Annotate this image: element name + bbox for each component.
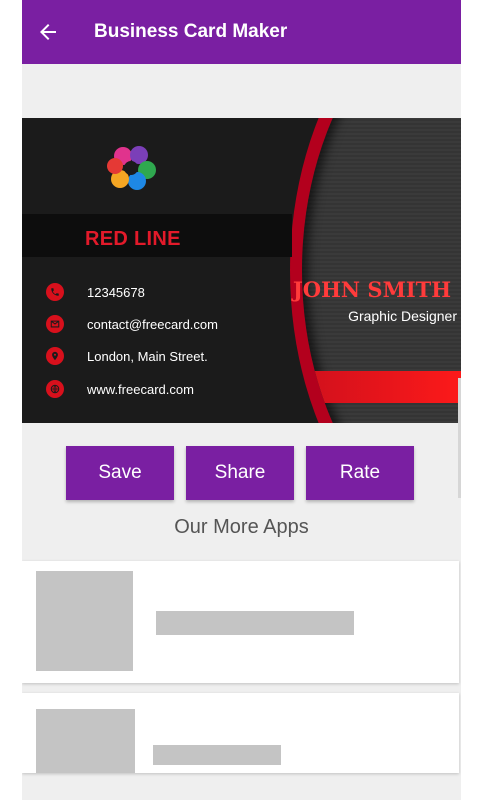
app-bar: Business Card Maker (22, 0, 461, 64)
contact-text: www.freecard.com (87, 381, 194, 397)
save-button[interactable]: Save (66, 446, 174, 500)
location-icon (46, 347, 64, 365)
multicolor-hands-logo-icon (107, 146, 156, 190)
app-screen: Business Card Maker RED LINE 12345678 co… (22, 0, 461, 800)
more-apps-heading: Our More Apps (174, 516, 309, 538)
app-title: Business Card Maker (94, 21, 288, 42)
app-title-placeholder (153, 745, 281, 765)
person-name: JOHN SMITH (292, 277, 452, 302)
card-right-panel (302, 118, 461, 423)
scroll-edge (458, 378, 461, 498)
app-title-placeholder (156, 611, 354, 635)
contact-text: 12345678 (87, 284, 145, 300)
action-bar: Save Share Rate (66, 446, 414, 500)
business-card-preview[interactable]: RED LINE 12345678 contact@freecard.com L… (22, 118, 461, 423)
brand-name: RED LINE (85, 228, 181, 250)
contact-website: www.freecard.com (46, 378, 194, 400)
back-button[interactable] (22, 0, 74, 64)
globe-icon (46, 380, 64, 398)
email-icon (46, 315, 64, 333)
arrow-left-icon (40, 24, 56, 40)
more-app-item[interactable] (22, 693, 459, 773)
contact-text: London, Main Street. (87, 348, 208, 364)
rate-button[interactable]: Rate (306, 446, 414, 500)
contact-email: contact@freecard.com (46, 313, 218, 335)
person-job-title: Graphic Designer (348, 308, 457, 324)
more-app-item[interactable] (22, 561, 459, 683)
app-thumbnail-placeholder (36, 571, 133, 671)
contact-text: contact@freecard.com (87, 316, 218, 332)
contact-location: London, Main Street. (46, 345, 208, 367)
phone-icon (46, 283, 64, 301)
card-red-band (302, 371, 461, 403)
share-button[interactable]: Share (186, 446, 294, 500)
app-thumbnail-placeholder (36, 709, 135, 773)
contact-phone: 12345678 (46, 281, 145, 303)
